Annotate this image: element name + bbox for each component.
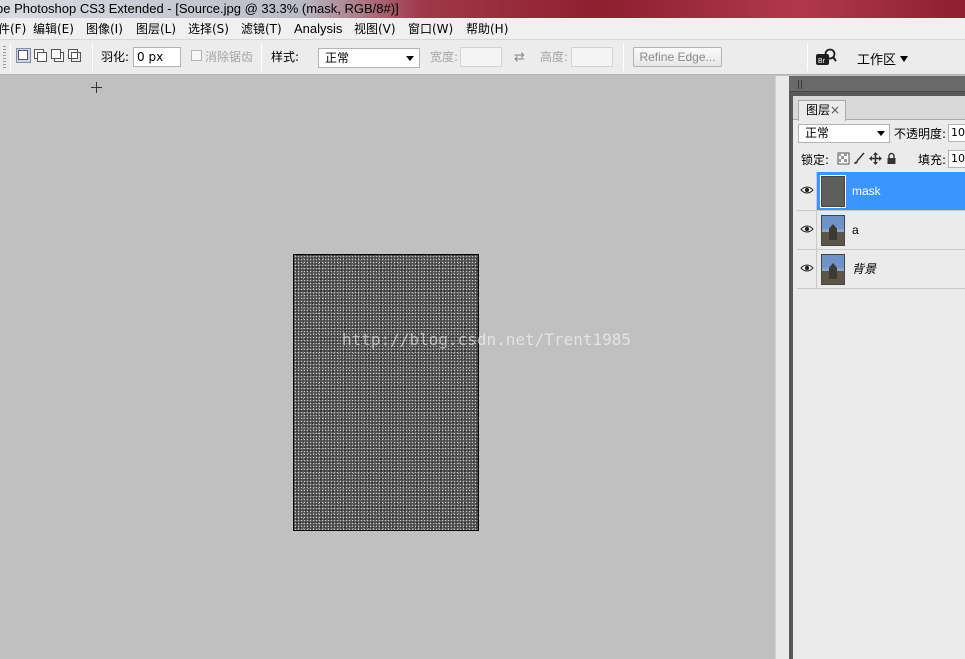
lock-brush-icon[interactable] xyxy=(853,152,866,165)
layer-visibility-toggle[interactable] xyxy=(797,211,817,249)
options-bar: 羽化: 0 px 消除锯齿 样式: 正常 宽度: ⇄ 高度: Refine Ed… xyxy=(0,40,965,75)
divider xyxy=(10,44,11,71)
workspace-label: 工作区 xyxy=(857,53,897,68)
layers-panel-tabrow: 图层 × xyxy=(793,96,965,121)
blend-mode-value: 正常 xyxy=(805,126,830,140)
layers-panel: 图层 × 正常 不透明度: 100% 锁定: 填充: 100% xyxy=(793,96,965,659)
menu-analysis[interactable]: Analysis xyxy=(294,21,342,37)
blend-mode-select[interactable]: 正常 xyxy=(798,124,890,143)
dock-header[interactable] xyxy=(789,76,965,92)
divider xyxy=(807,44,808,71)
lock-label: 锁定: xyxy=(801,153,830,167)
refine-edge-button[interactable]: Refine Edge... xyxy=(633,47,722,67)
menu-view[interactable]: 视图(V) xyxy=(354,21,396,37)
window-title-bar: be Photoshop CS3 Extended - [Source.jpg … xyxy=(0,0,965,18)
eye-icon xyxy=(800,225,814,233)
close-icon[interactable]: × xyxy=(830,101,840,120)
eye-icon xyxy=(800,186,814,194)
subtract-from-selection-icon[interactable] xyxy=(51,49,64,62)
style-label: 样式: xyxy=(271,50,300,64)
menu-select[interactable]: 选择(S) xyxy=(188,21,229,37)
width-label: 宽度: xyxy=(430,50,459,64)
crosshair-cursor-icon xyxy=(91,82,102,93)
lock-all-icon[interactable] xyxy=(885,152,898,165)
menu-edit[interactable]: 编辑(E) xyxy=(33,21,74,37)
layer-thumbnail xyxy=(820,175,846,208)
workspace-menu[interactable]: 工作区 xyxy=(857,49,909,68)
layer-thumbnail xyxy=(821,254,845,285)
window-title: be Photoshop CS3 Extended - [Source.jpg … xyxy=(0,1,399,16)
opacity-label: 不透明度: xyxy=(894,127,947,141)
fill-input[interactable]: 100% xyxy=(948,150,965,168)
opacity-input[interactable]: 100% xyxy=(948,124,965,142)
feather-label: 羽化: xyxy=(101,50,130,64)
feather-input[interactable]: 0 px xyxy=(133,47,181,67)
lock-transparency-icon[interactable] xyxy=(837,152,850,165)
fill-label: 填充: xyxy=(918,153,947,167)
height-input[interactable] xyxy=(571,47,613,67)
chevron-down-icon xyxy=(877,131,885,136)
dock-grip-icon[interactable] xyxy=(798,80,803,89)
lock-move-icon[interactable] xyxy=(869,152,882,165)
height-label: 高度: xyxy=(540,50,569,64)
width-input[interactable] xyxy=(460,47,502,67)
watermark-text: http://blog.csdn.net/Trent1985 xyxy=(342,330,631,349)
divider xyxy=(623,44,624,71)
new-selection-icon[interactable] xyxy=(16,48,31,63)
add-to-selection-icon[interactable] xyxy=(34,49,47,62)
antialias-label: 消除锯齿 xyxy=(205,50,254,64)
layer-thumbnail xyxy=(821,215,845,246)
chevron-down-icon xyxy=(406,56,414,61)
layer-row-mask[interactable]: mask xyxy=(797,172,965,211)
options-bar-grip[interactable] xyxy=(3,46,6,69)
tab-layers[interactable]: 图层 × xyxy=(798,100,846,121)
layer-row-a[interactable]: a xyxy=(797,211,965,250)
layer-name[interactable]: a xyxy=(852,223,859,237)
intersect-selection-icon[interactable] xyxy=(68,49,81,62)
layer-name[interactable]: 背景 xyxy=(852,262,876,276)
canvas-scrollbar[interactable] xyxy=(775,76,789,659)
menu-file[interactable]: 件(F) xyxy=(0,21,26,37)
menu-help[interactable]: 帮助(H) xyxy=(466,21,508,37)
style-select-value: 正常 xyxy=(325,51,350,65)
menu-window[interactable]: 窗口(W) xyxy=(408,21,453,37)
menu-image[interactable]: 图像(I) xyxy=(86,21,123,37)
chevron-down-icon xyxy=(900,56,909,62)
document-canvas-noise-image[interactable] xyxy=(293,254,479,531)
eye-icon xyxy=(800,264,814,272)
style-select[interactable]: 正常 xyxy=(318,48,420,68)
layer-visibility-toggle[interactable] xyxy=(797,250,817,288)
menu-filter[interactable]: 滤镜(T) xyxy=(241,21,282,37)
menu-bar: 件(F) 编辑(E) 图像(I) 图层(L) 选择(S) 滤镜(T) Analy… xyxy=(0,18,965,40)
antialias-checkbox[interactable] xyxy=(191,50,202,61)
layer-row-background[interactable]: 背景 xyxy=(797,250,965,289)
divider xyxy=(261,44,262,71)
menu-layer[interactable]: 图层(L) xyxy=(136,21,176,37)
swap-icon[interactable]: ⇄ xyxy=(514,50,525,65)
bridge-icon[interactable]: Br xyxy=(815,46,837,68)
divider xyxy=(92,44,93,71)
svg-text:Br: Br xyxy=(818,58,826,65)
tab-layers-label: 图层 xyxy=(806,103,831,117)
layer-visibility-toggle[interactable] xyxy=(797,172,817,210)
layer-name[interactable]: mask xyxy=(852,184,881,198)
